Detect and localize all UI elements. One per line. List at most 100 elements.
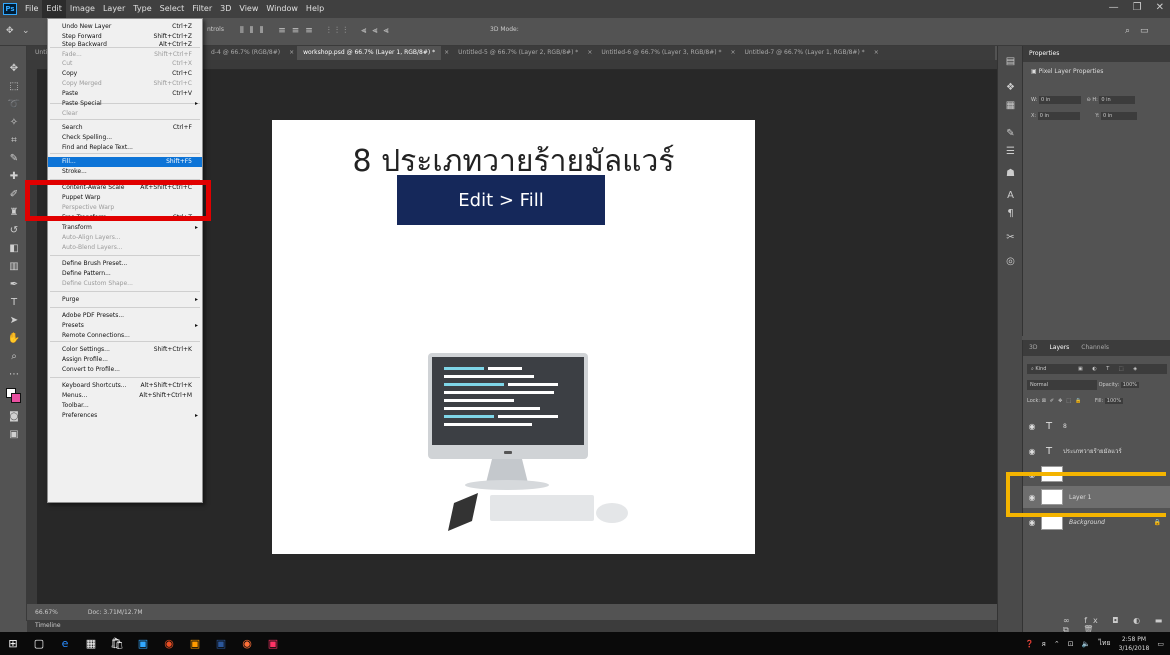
task-view-icon[interactable]: ▢ — [26, 632, 52, 655]
menu-item-preferences[interactable]: Preferences ▸ — [48, 411, 202, 421]
document-canvas[interactable]: 8 ประเภทวายร้ายมัลแวร์ Edit > Fill — [272, 120, 755, 554]
clone-stamp-icon[interactable]: ♜ — [6, 206, 22, 220]
menu-item-adobe-pdf-presets[interactable]: Adobe PDF Presets... — [48, 311, 202, 321]
chevron-down-icon[interactable]: ⌄ — [22, 26, 30, 36]
h-field[interactable]: 0 in — [1099, 96, 1136, 104]
quick-mask-icon[interactable]: ◙ — [6, 410, 22, 424]
more-tools-icon[interactable]: ⋯ — [6, 368, 22, 382]
windows-start-icon[interactable]: ⊞ — [0, 632, 26, 655]
eyedropper-icon[interactable]: ✎ — [6, 152, 22, 166]
menu-item-define-pattern[interactable]: Define Pattern... — [48, 269, 202, 279]
firefox-icon[interactable]: ◉ — [234, 632, 260, 655]
eraser-icon[interactable]: ◧ — [6, 242, 22, 256]
tab-layers[interactable]: Layers — [1049, 340, 1069, 356]
illustrator-icon[interactable]: ▣ — [182, 632, 208, 655]
move-tool-icon[interactable]: ✥ — [6, 26, 14, 36]
menu-item-define-brush-preset[interactable]: Define Brush Preset... — [48, 259, 202, 269]
menu-item-menus[interactable]: Menus... Alt+Shift+Ctrl+M — [48, 391, 202, 401]
menu-item-keyboard-shortcuts[interactable]: Keyboard Shortcuts... Alt+Shift+Ctrl+K — [48, 381, 202, 391]
menu-item-presets[interactable]: Presets ▸ — [48, 321, 202, 331]
x-field[interactable]: 0 in — [1037, 112, 1080, 120]
menu-item-assign-profile[interactable]: Assign Profile... — [48, 355, 202, 365]
language-indicator[interactable]: ไทย — [1098, 638, 1110, 649]
3d-icon[interactable]: ◎ — [1003, 256, 1018, 267]
zoom-tool-icon[interactable]: ⌕ — [6, 350, 22, 364]
notification-icon[interactable]: ▭ — [1157, 640, 1164, 648]
menu-item-stroke[interactable]: Stroke... — [48, 167, 202, 177]
menu-item-undo-new-layer[interactable]: Undo New Layer Ctrl+Z — [48, 22, 202, 32]
magic-wand-icon[interactable]: ✧ — [6, 116, 22, 130]
kind-filter[interactable]: ⌕ Kind ▣ ◐ T ⬚ ◈ — [1027, 364, 1167, 374]
photoshop-taskbar-icon[interactable]: ▣ — [130, 632, 156, 655]
tray-chevron-icon[interactable]: ⌃ — [1054, 640, 1060, 648]
menu-layer[interactable]: Layer — [99, 0, 129, 18]
close-tab-icon[interactable]: × — [286, 46, 297, 60]
history-icon[interactable]: ▤ — [1003, 56, 1018, 67]
move-tool-icon[interactable]: ✥ — [6, 62, 22, 76]
document-tab[interactable]: d-4 @ 66.7% (RGB/8#) — [205, 46, 286, 60]
menu-item-find-and-replace-text[interactable]: Find and Replace Text... — [48, 143, 202, 153]
marquee-tool-icon[interactable]: ⬚ — [6, 80, 22, 94]
menu-item-toolbar[interactable]: Toolbar... — [48, 401, 202, 411]
menu-3d[interactable]: 3D — [216, 0, 235, 18]
menu-item-search[interactable]: Search Ctrl+F — [48, 123, 202, 133]
layer-row[interactable]: ◉ T ประเภทวายร้ายมัลแวร์ — [1023, 440, 1170, 462]
blend-mode-select[interactable]: Normal — [1027, 380, 1097, 390]
menu-edit[interactable]: Edit — [42, 0, 66, 18]
path-select-icon[interactable]: ➤ — [6, 314, 22, 328]
workspace-icon[interactable]: ▭ — [1140, 26, 1149, 36]
menu-item-fill[interactable]: Fill... Shift+F5 — [48, 157, 202, 167]
menu-item-step-backward[interactable]: Step Backward Alt+Ctrl+Z — [48, 40, 202, 50]
menu-file[interactable]: File — [21, 0, 42, 18]
menu-item-check-spelling[interactable]: Check Spelling... — [48, 133, 202, 143]
document-tab[interactable]: Untitled-7 @ 66.7% (Layer 1, RGB/8#) * — [739, 46, 871, 60]
menu-select[interactable]: Select — [156, 0, 189, 18]
close-tab-icon[interactable]: × — [728, 46, 739, 60]
close-icon[interactable]: ✕ — [1156, 2, 1164, 13]
hand-tool-icon[interactable]: ✋ — [6, 332, 22, 346]
menu-item-convert-to-profile[interactable]: Convert to Profile... — [48, 365, 202, 375]
y-field[interactable]: 0 in — [1100, 112, 1137, 120]
help-icon[interactable]: ❓ — [1025, 640, 1034, 648]
color-icon[interactable]: ❖ — [1003, 82, 1018, 93]
menu-item-purge[interactable]: Purge ▸ — [48, 295, 202, 305]
history-brush-icon[interactable]: ↺ — [6, 224, 22, 238]
align-icons[interactable]: ⫴⫴⫴ ≡≡≡ ⫶⫶⫶ ⫷⫷⫷ — [240, 26, 395, 36]
store-icon[interactable]: 🛍 — [104, 632, 130, 655]
menu-image[interactable]: Image — [66, 0, 99, 18]
restore-icon[interactable]: ❐ — [1133, 2, 1142, 13]
character-icon[interactable]: A — [1003, 190, 1018, 201]
clock[interactable]: 2:58 PM 3/16/2018 — [1119, 635, 1150, 653]
document-tab[interactable]: Untitled-6 @ 66.7% (Layer 3, RGB/8#) * — [595, 46, 727, 60]
properties-tab[interactable]: Properties — [1023, 46, 1170, 62]
menu-item-paste-special[interactable]: Paste Special ▸ — [48, 99, 202, 109]
close-tab-icon[interactable]: × — [871, 46, 882, 60]
menu-window[interactable]: Window — [262, 0, 302, 18]
menu-type[interactable]: Type — [129, 0, 155, 18]
menu-item-copy[interactable]: Copy Ctrl+C — [48, 69, 202, 79]
layer-row[interactable]: ◉ T 8 — [1023, 415, 1170, 437]
menu-item-transform[interactable]: Transform ▸ — [48, 223, 202, 233]
fill-field[interactable]: 100% — [1104, 398, 1124, 404]
chrome-icon[interactable]: ◉ — [156, 632, 182, 655]
document-tab[interactable]: Untitled-5 @ 66.7% (Layer 2, RGB/8#) * — [452, 46, 584, 60]
gradient-tool-icon[interactable]: ▥ — [6, 260, 22, 274]
pen-tool-icon[interactable]: ✒ — [6, 278, 22, 292]
link-icon[interactable]: ⊖ — [1087, 97, 1091, 103]
type-tool-icon[interactable]: T — [6, 296, 22, 310]
tools-preset-icon[interactable]: ✂ — [1003, 232, 1018, 243]
menu-item-color-settings[interactable]: Color Settings... Shift+Ctrl+K — [48, 345, 202, 355]
eye-icon[interactable]: ◉ — [1023, 447, 1041, 456]
background-color-swatch[interactable] — [11, 393, 21, 403]
minimize-icon[interactable]: — — [1109, 2, 1119, 13]
brush-tool-icon[interactable]: ✐ — [6, 188, 22, 202]
file-explorer-icon[interactable]: ▦ — [78, 632, 104, 655]
zoom-level[interactable]: 66.67% — [35, 609, 58, 616]
close-tab-icon[interactable]: × — [584, 46, 595, 60]
w-field[interactable]: 0 in — [1038, 96, 1081, 104]
tab-3d[interactable]: 3D — [1029, 340, 1037, 356]
menu-item-paste[interactable]: Paste Ctrl+V — [48, 89, 202, 99]
screen-mode-icon[interactable]: ▣ — [6, 428, 22, 442]
word-icon[interactable]: ▣ — [208, 632, 234, 655]
timeline-panel[interactable]: Timeline — [27, 620, 997, 632]
